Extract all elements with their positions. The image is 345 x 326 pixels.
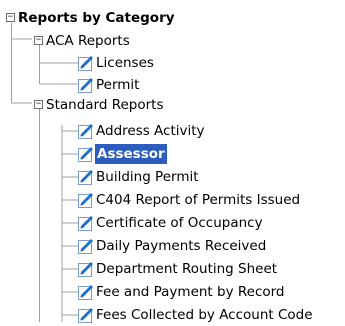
report-label[interactable]: Certificate of Occupancy xyxy=(94,212,265,234)
report-icon xyxy=(78,193,93,208)
report-label[interactable]: Fees Collected by Account Code xyxy=(94,304,315,326)
tree-root-label[interactable]: Reports by Category xyxy=(18,7,175,29)
report-icon xyxy=(78,56,93,71)
collapse-toggle-icon[interactable]: − xyxy=(6,13,15,22)
report-icon xyxy=(78,170,93,185)
report-icon xyxy=(78,78,93,93)
report-icon xyxy=(78,147,93,162)
report-label[interactable]: C404 Report of Permits Issued xyxy=(94,189,302,211)
report-label[interactable]: Daily Payments Received xyxy=(94,235,268,257)
report-label-selected[interactable]: Assessor xyxy=(95,144,167,164)
collapse-toggle-icon[interactable]: − xyxy=(34,100,43,109)
report-icon xyxy=(78,216,93,231)
report-label[interactable]: Department Routing Sheet xyxy=(94,258,279,280)
report-label[interactable]: Fee and Payment by Record xyxy=(94,281,287,303)
category-label[interactable]: Standard Reports xyxy=(46,94,164,116)
report-icon xyxy=(78,308,93,323)
report-label[interactable]: Building Permit xyxy=(94,166,201,188)
category-label[interactable]: ACA Reports xyxy=(46,30,130,52)
collapse-toggle-icon[interactable]: − xyxy=(34,36,43,45)
report-label[interactable]: Licenses xyxy=(94,52,156,74)
report-icon xyxy=(78,262,93,277)
report-icon xyxy=(78,124,93,139)
report-label[interactable]: Permit xyxy=(94,74,141,96)
report-icon xyxy=(78,239,93,254)
report-icon xyxy=(78,285,93,300)
report-label[interactable]: Address Activity xyxy=(94,120,207,142)
